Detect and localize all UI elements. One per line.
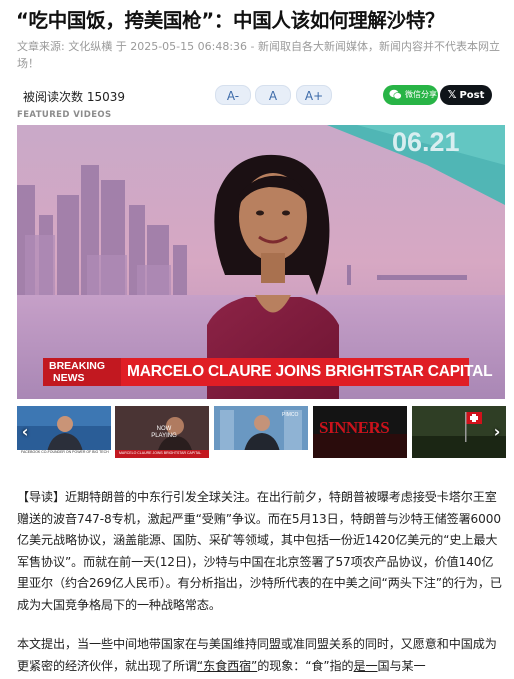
x-post-label: Post [459, 90, 485, 101]
video-thumbnail[interactable]: NOW PLAYING MARCELO CLAURE JOINS BRIGHTS… [115, 406, 209, 458]
article-toolbar: 被阅读次数 15039 A- A A+ 微信分享 𝕏 Post [17, 85, 497, 107]
underlined-term: “东食西宿” [196, 658, 258, 673]
paragraph-text: 的现象：“食”指的 [257, 658, 354, 673]
carousel-next-button[interactable]: › [487, 420, 507, 444]
now-playing-label: NOW PLAYING [151, 426, 177, 439]
article-meta: 文章来源: 文化纵横 于 2025-05-15 06:48:36 - 新闻取自各… [17, 38, 507, 72]
wechat-share-label: 微信分享 [405, 90, 437, 99]
featured-video-player[interactable]: 06.21 BREAKING NEWS MARCELO CLAURE JOINS… [17, 125, 505, 399]
font-normal-button[interactable]: A [255, 85, 291, 105]
thumbnail-caption: MARCELO CLAURE JOINS BRIGHTSTAR CAPITAL [119, 451, 202, 455]
carousel-prev-button[interactable]: ‹ [15, 420, 35, 444]
video-headline-bar: MARCELO CLAURE JOINS BRIGHTSTAR CAPITAL [121, 358, 493, 386]
breaking-line1: BREAKING [49, 360, 106, 372]
thumbnail-caption: SINNERS [319, 418, 390, 437]
video-thumbnail[interactable]: PIMCO [214, 406, 308, 458]
video-thumbnail[interactable]: SINNERS [313, 406, 407, 458]
wechat-share-button[interactable]: 微信分享 [383, 85, 438, 105]
article-paragraph: 【导读】近期特朗普的中东行引发全球关注。在出行前夕，特朗普被曝考虑接受卡塔尔王室… [17, 487, 505, 616]
video-date-badge: 06.21 [392, 127, 460, 157]
chevron-left-icon: ‹ [21, 422, 29, 441]
font-larger-button[interactable]: A+ [296, 85, 332, 105]
breaking-news-badge: BREAKING NEWS [43, 358, 121, 386]
video-thumbnail-strip: FACEBOOK CO-FOUNDER ON POWER OF BIG TECH… [15, 406, 507, 458]
breaking-line2: NEWS [53, 372, 85, 384]
wechat-icon [389, 89, 402, 100]
featured-videos-label: FEATURED VIDEOS [17, 110, 112, 120]
font-smaller-button[interactable]: A- [215, 85, 251, 105]
underlined-term: 是一 [353, 658, 378, 673]
thumbnail-caption: PIMCO [282, 412, 299, 418]
paragraph-text: 【导读】近期特朗普的中东行引发全球关注。在出行前夕，特朗普被曝考虑接受卡塔尔王室… [17, 490, 501, 547]
paragraph-text: 国与某一 [377, 658, 426, 673]
x-logo-icon: 𝕏 [447, 88, 457, 101]
source-label: 文章来源: [17, 40, 69, 53]
x-post-button[interactable]: 𝕏 Post [440, 85, 492, 105]
view-count: 被阅读次数 15039 [23, 90, 125, 104]
thumbnail-caption: FACEBOOK CO-FOUNDER ON POWER OF BIG TECH [21, 450, 109, 454]
paragraph-text: 。而就在前一天(12日)，沙特与中国在北京签署了57项农产品协议，价值140亿里… [17, 554, 502, 612]
article-paragraph: 本文提出，当一些中间地带国家在与美国维持同盟或准同盟关系的同时，又愿意和中国成为… [17, 634, 505, 677]
article-title: “吃中国饭，挎美国枪”：中国人该如何理解沙特？ [16, 9, 445, 32]
chevron-right-icon: › [493, 422, 501, 441]
source-link[interactable]: 文化纵横 [68, 40, 112, 53]
